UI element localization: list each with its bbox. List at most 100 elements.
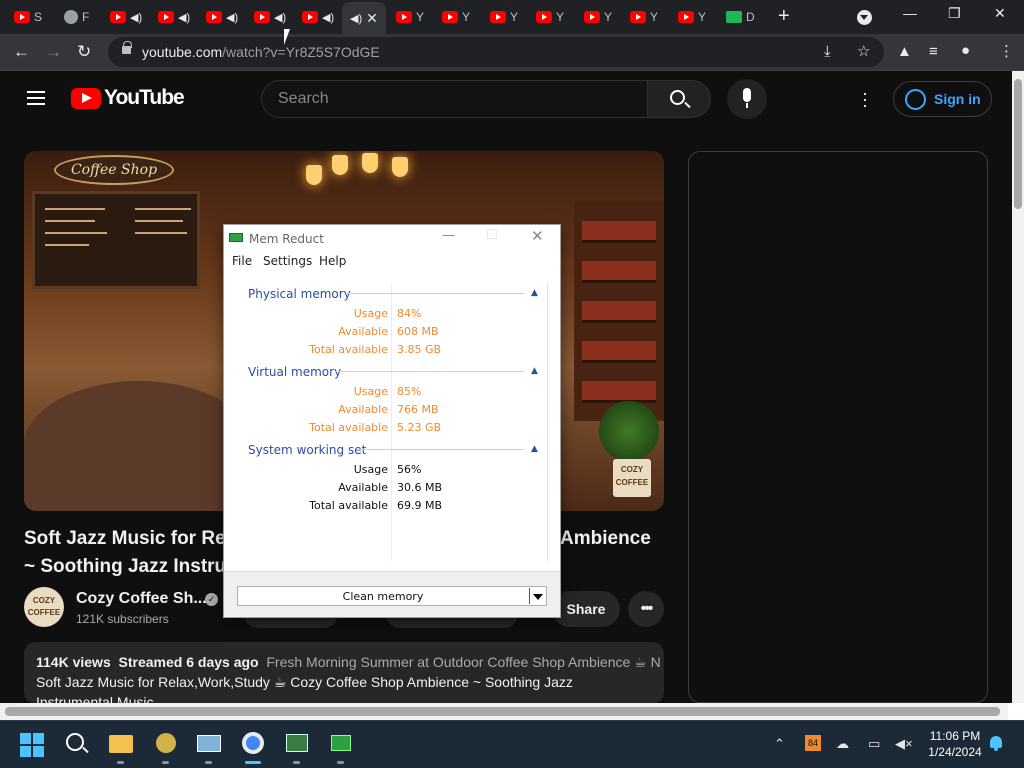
- collapse-chevron-icon[interactable]: ▲: [531, 288, 538, 298]
- menu-settings[interactable]: Settings: [263, 254, 312, 268]
- close-tab-icon[interactable]: ✕: [366, 10, 378, 27]
- mem-reduct-window: Mem Reduct — ☐ ✕ File Settings Help Phys…: [223, 224, 561, 618]
- mem-reduct-titlebar[interactable]: Mem Reduct — ☐ ✕: [224, 225, 560, 251]
- tab-youtube-audio-4[interactable]: ◀): [254, 6, 286, 28]
- tab-youtube-audio-5[interactable]: ◀): [302, 6, 334, 28]
- url-text[interactable]: youtube.com/watch?v=Yr8Z5S7OdGE: [142, 44, 380, 60]
- clean-memory-button[interactable]: Clean memory: [237, 586, 547, 606]
- youtube-icon: [678, 11, 694, 23]
- tab-green-app[interactable]: D: [726, 6, 755, 28]
- tab-youtube-y-6[interactable]: Y: [630, 6, 658, 28]
- tab-label: F: [82, 10, 90, 24]
- vertical-scrollbar[interactable]: [1012, 71, 1024, 703]
- tab-label: Y: [510, 10, 519, 24]
- tab-label: S: [34, 10, 43, 24]
- lock-icon: [122, 41, 132, 54]
- row-key: Usage: [353, 385, 388, 398]
- chrome-icon[interactable]: [239, 729, 267, 764]
- search-button[interactable]: [647, 80, 711, 118]
- share-button[interactable]: Share: [552, 591, 620, 627]
- volume-muted-icon[interactable]: ◀×: [895, 736, 913, 752]
- extensions-icon[interactable]: ▲: [897, 43, 912, 60]
- youtube-wordmark[interactable]: YouTube: [104, 86, 185, 110]
- mem-reduct-icon[interactable]: [327, 729, 355, 764]
- sign-in-button[interactable]: Sign in: [893, 81, 992, 117]
- account-icon: [905, 89, 926, 110]
- video-description[interactable]: 114K views Streamed 6 days ago Fresh Mor…: [24, 642, 664, 704]
- bookmark-star-icon[interactable]: ☆: [857, 42, 870, 60]
- minimize-button[interactable]: —: [903, 5, 917, 21]
- collapse-chevron-icon[interactable]: ▲: [531, 444, 538, 454]
- back-button[interactable]: ←: [13, 42, 30, 62]
- tab-youtube-y-4[interactable]: Y: [536, 6, 564, 28]
- thumbnail-chandelier: [302, 151, 422, 211]
- start-icon[interactable]: [20, 733, 44, 757]
- youtube-icon: [584, 11, 600, 23]
- more-actions-button[interactable]: •••: [628, 591, 664, 627]
- scrollbar-corner: [1008, 703, 1024, 720]
- tab-search-icon[interactable]: [857, 10, 872, 25]
- bee-app-icon[interactable]: [152, 729, 180, 764]
- thumbnail-plant: [599, 401, 659, 461]
- tab-youtube-1[interactable]: S: [14, 6, 42, 28]
- notification-bell-icon[interactable]: [990, 736, 1002, 751]
- photos-icon[interactable]: [195, 729, 223, 764]
- mem-reduct-tray-icon[interactable]: 84: [805, 735, 821, 751]
- new-tab-button[interactable]: +: [778, 6, 790, 26]
- channel-avatar[interactable]: COZY COFFEE: [24, 587, 64, 627]
- tab-youtube-audio-1[interactable]: ◀): [110, 6, 142, 28]
- browser-menu-icon[interactable]: ⋮: [999, 42, 1014, 60]
- tab-active[interactable]: ◀) ✕: [342, 2, 386, 34]
- restore-button[interactable]: ❐: [948, 5, 961, 22]
- maximize-button[interactable]: ☐: [486, 228, 498, 243]
- settings-kebab-icon[interactable]: · · ·: [862, 84, 868, 114]
- address-bar[interactable]: youtube.com/watch?v=Yr8Z5S7OdGE ⤓ ☆: [108, 37, 884, 67]
- collapse-chevron-icon[interactable]: ▲: [531, 366, 538, 376]
- horizontal-scrollbar[interactable]: [0, 703, 1012, 720]
- channel-name[interactable]: Cozy Coffee Sh...: [76, 590, 207, 608]
- close-button[interactable]: ✕: [531, 227, 544, 245]
- terminal-app-icon[interactable]: [283, 729, 311, 764]
- search-placeholder: Search: [278, 90, 329, 107]
- tab-youtube-y-2[interactable]: Y: [442, 6, 470, 28]
- profile-icon[interactable]: ●: [961, 42, 970, 59]
- menu-help[interactable]: Help: [319, 254, 346, 268]
- tab-youtube-y-1[interactable]: Y: [396, 6, 424, 28]
- tab-youtube-audio-2[interactable]: ◀): [158, 6, 190, 28]
- split-divider: [529, 588, 530, 604]
- vertical-scroll-thumb[interactable]: [1014, 79, 1022, 209]
- group-system-working-set[interactable]: System working set: [248, 443, 366, 457]
- group-physical-memory[interactable]: Physical memory: [248, 287, 351, 301]
- media-controls-icon[interactable]: ≡: [929, 43, 938, 60]
- show-hidden-icons-chevron-icon[interactable]: ⌃: [774, 736, 785, 752]
- tab-youtube-audio-3[interactable]: ◀): [206, 6, 238, 28]
- menu-hamburger-icon[interactable]: [27, 91, 45, 105]
- tab-youtube-y-7[interactable]: Y: [678, 6, 706, 28]
- youtube-logo-icon[interactable]: [71, 88, 101, 109]
- dropdown-arrow-icon[interactable]: [533, 594, 543, 600]
- group-rule: [357, 449, 524, 450]
- chat-side-panel: [688, 151, 988, 703]
- channel-watermark[interactable]: COZY COFFEE: [613, 459, 651, 497]
- search-icon[interactable]: [66, 733, 84, 751]
- horizontal-scroll-thumb[interactable]: [5, 707, 1000, 716]
- tab-youtube-y-5[interactable]: Y: [584, 6, 612, 28]
- cloud-offline-icon[interactable]: ☁: [836, 736, 849, 752]
- menu-file[interactable]: File: [232, 254, 252, 268]
- tab-globe[interactable]: F: [64, 6, 89, 28]
- minimize-button[interactable]: —: [442, 228, 455, 243]
- mem-reduct-title: Mem Reduct: [249, 232, 324, 246]
- speaker-icon: ◀): [350, 12, 363, 25]
- clock[interactable]: 11:06 PM 1/24/2024: [920, 728, 990, 760]
- search-input[interactable]: Search: [261, 80, 648, 118]
- file-explorer-icon[interactable]: [107, 729, 135, 764]
- network-icon[interactable]: ▭: [868, 736, 880, 752]
- forward-button[interactable]: →: [45, 42, 62, 62]
- install-icon[interactable]: ⤓: [824, 43, 831, 60]
- group-virtual-memory[interactable]: Virtual memory: [248, 365, 341, 379]
- close-window-button[interactable]: ✕: [994, 5, 1006, 22]
- reload-button[interactable]: ↻: [77, 42, 91, 62]
- tab-youtube-y-3[interactable]: Y: [490, 6, 518, 28]
- mem-reduct-menubar: File Settings Help: [224, 251, 560, 271]
- voice-search-button[interactable]: [727, 79, 767, 119]
